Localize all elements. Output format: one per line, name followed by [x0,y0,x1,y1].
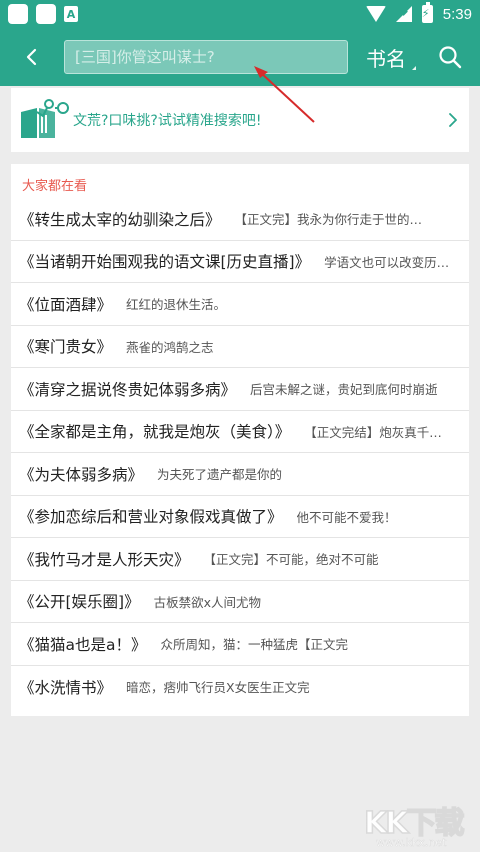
battery-charging-icon [421,2,433,23]
list-item[interactable]: 《当诸朝开始围观我的语文课[历史直播]》 学语文也可以改变历… [11,241,469,283]
back-button[interactable] [10,35,54,79]
book-desc: 古板禁欲x人间尤物 [153,594,262,610]
book-title: 《转生成太宰的幼驯染之后》 [19,210,221,229]
chevron-left-icon [26,48,37,66]
book-title: 《我竹马才是人形天灾》 [19,550,190,569]
list-item[interactable]: 《猫猫a也是a！》 众所周知，猫：一种猛虎【正文完 [11,623,469,666]
book-title: 《为夫体弱多病》 [19,465,144,484]
book-title: 《清穿之据说佟贵妃体弱多病》 [19,380,237,399]
list-item[interactable]: 《转生成太宰的幼驯染之后》 【正文完】我永为你行走于世的… [11,198,469,241]
list-item[interactable]: 《寒门贵女》 燕雀的鸿鹄之志 [11,326,469,368]
list-item[interactable]: 《我竹马才是人形天灾》 【正文完】不可能，绝对不可能 [11,538,469,581]
banner-text: 文荒?口味挑?试试精准搜索吧! [73,113,262,129]
wifi-icon [365,6,386,22]
book-desc: 【正文完结】炮灰真千… [304,424,442,440]
book-desc: 暗恋，痞帅飞行员X女医生正文完 [126,680,310,696]
book-title: 《公开[娱乐圈]》 [19,593,140,612]
book-desc: 众所周知，猫：一种猛虎【正文完 [160,637,349,653]
precise-search-banner[interactable]: 文荒?口味挑?试试精准搜索吧! [11,88,469,152]
reader-book-icon [21,99,69,138]
list-item[interactable]: 《位面酒肆》 红红的退休生活。 [11,283,469,326]
book-title: 《寒门贵女》 [19,338,113,357]
list-item[interactable]: 《参加恋综后和营业对象假戏真做了》 他不可能不爱我！ [11,496,469,538]
book-title: 《全家都是主角，就我是炮灰（美食）》 [19,423,291,442]
book-title: 《当诸朝开始围观我的语文课[历史直播]》 [19,253,311,272]
book-desc: 燕雀的鸿鹄之志 [126,339,214,355]
book-desc: 后宫未解之谜，贵妃到底何时崩逝 [250,382,438,398]
book-desc: 红红的退休生活。 [126,297,227,313]
search-input[interactable] [64,40,348,74]
watermark-url: www.kkx.net [376,836,447,849]
book-title: 《位面酒肆》 [19,295,113,314]
list-item[interactable]: 《清穿之据说佟贵妃体弱多病》 后宫未解之谜，贵妃到底何时崩逝 [11,368,469,411]
chevron-right-icon [449,113,457,127]
list-item[interactable]: 《全家都是主角，就我是炮灰（美食）》 【正文完结】炮灰真千… [11,411,469,453]
top-bar: 5:39 书名 [0,0,480,86]
book-desc: 【正文完】不可能，绝对不可能 [203,552,379,568]
search-header: 书名 [0,28,480,86]
popular-list-card: 大家都在看 《转生成太宰的幼驯染之后》 【正文完】我永为你行走于世的… 《当诸朝开… [11,164,469,716]
list-item[interactable]: 《公开[娱乐圈]》 古板禁欲x人间尤物 [11,581,469,623]
book-desc: 学语文也可以改变历… [324,254,450,270]
list-item[interactable]: 《水洗情书》 暗恋，痞帅飞行员X女医生正文完 [11,666,469,709]
font-a-icon [64,6,78,22]
search-scope-dropdown[interactable]: 书名 [366,43,416,72]
book-desc: 他不可能不爱我！ [296,509,397,525]
section-title: 大家都在看 [22,179,88,194]
signal-icon [395,6,412,22]
book-title: 《水洗情书》 [19,678,113,697]
search-icon [439,46,462,69]
book-desc: 【正文完】我永为你行走于世的… [234,212,423,228]
app-square-icon [8,4,28,24]
book-title: 《参加恋综后和营业对象假戏真做了》 [19,508,283,527]
status-time: 5:39 [442,5,472,23]
list-item[interactable]: 《为夫体弱多病》 为夫死了遗产都是你的 [11,453,469,496]
book-list: 《转生成太宰的幼驯染之后》 【正文完】我永为你行走于世的… 《当诸朝开始围观我的语… [11,198,469,708]
app-square-icon [36,4,56,24]
book-title: 《猫猫a也是a！》 [19,635,147,654]
status-bar: 5:39 [0,0,480,28]
book-desc: 为夫死了遗产都是你的 [157,467,283,483]
search-button[interactable] [430,37,470,77]
